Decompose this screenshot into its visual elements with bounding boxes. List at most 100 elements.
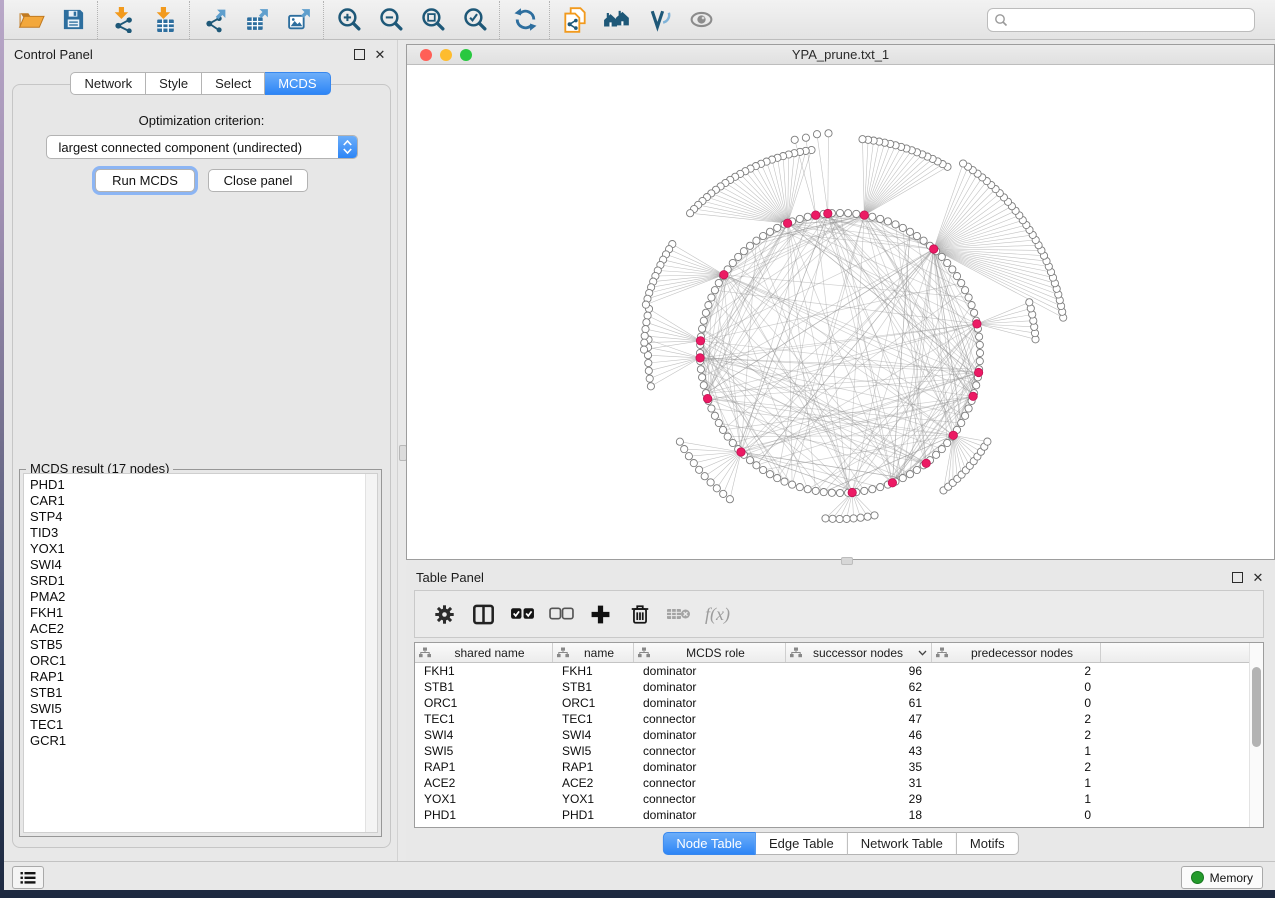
table-scrollbar[interactable]: [1249, 643, 1263, 827]
mcds-node-item[interactable]: STP4: [24, 509, 365, 525]
mcds-node-item[interactable]: YOX1: [24, 541, 365, 557]
delete-column-button[interactable]: [620, 595, 659, 633]
duplicate-network-button[interactable]: [554, 3, 596, 37]
mcds-node-item[interactable]: CAR1: [24, 493, 365, 509]
mcds-node-item[interactable]: ACE2: [24, 621, 365, 637]
table-panel: Table Panel ✕: [406, 565, 1275, 862]
mcds-node-item[interactable]: SWI4: [24, 557, 365, 573]
duplicate-network-icon: [561, 6, 589, 34]
task-history-button[interactable]: [12, 866, 44, 889]
dropdown-stepper-icon: [338, 136, 357, 158]
import-network-icon: [110, 6, 137, 33]
export-table-button[interactable]: [236, 3, 278, 37]
mcds-node-item[interactable]: SRD1: [24, 573, 365, 589]
table-cell: 0: [932, 696, 1101, 710]
import-network-button[interactable]: [102, 3, 144, 37]
column-header-successor-nodes[interactable]: successor nodes: [786, 643, 932, 662]
mcds-node-item[interactable]: STB5: [24, 637, 365, 653]
table-row[interactable]: STB1STB1dominator620: [415, 679, 1263, 695]
mcds-node-item[interactable]: TEC1: [24, 717, 365, 733]
tab-node-table[interactable]: Node Table: [662, 832, 756, 855]
zoom-selected-button[interactable]: [454, 3, 496, 37]
select-all-columns-button[interactable]: [503, 595, 542, 633]
first-neighbors-button[interactable]: [596, 3, 638, 37]
eye-icon: [688, 6, 715, 33]
tab-motifs[interactable]: Motifs: [957, 832, 1019, 855]
mcds-node-item[interactable]: SWI5: [24, 701, 365, 717]
criterion-dropdown[interactable]: largest connected component (undirected): [46, 135, 358, 159]
export-image-button[interactable]: [278, 3, 320, 37]
search-input[interactable]: [1008, 10, 1254, 30]
column-header-name[interactable]: name: [553, 643, 634, 662]
mcds-node-item[interactable]: PHD1: [24, 477, 365, 493]
mcds-list-scrollbar[interactable]: [365, 474, 377, 832]
memory-button[interactable]: Memory: [1181, 866, 1263, 889]
close-panel-button[interactable]: ✕: [373, 47, 387, 61]
toolbar-separator: [499, 1, 501, 39]
zoom-out-button[interactable]: [370, 3, 412, 37]
node-table: shared namename MCDS role successor nodes p…: [414, 642, 1264, 828]
column-header-predecessor-nodes[interactable]: predecessor nodes: [932, 643, 1101, 662]
zoom-in-button[interactable]: [328, 3, 370, 37]
float-table-panel-button[interactable]: [1230, 570, 1244, 584]
sort-menu-icon[interactable]: [918, 650, 927, 656]
table-row[interactable]: SWI5SWI5connector431: [415, 743, 1263, 759]
table-row[interactable]: ORC1ORC1dominator610: [415, 695, 1263, 711]
float-panel-button[interactable]: [352, 47, 366, 61]
import-table-button[interactable]: [144, 3, 186, 37]
import-table-icon: [152, 6, 179, 33]
mcds-node-item[interactable]: RAP1: [24, 669, 365, 685]
close-table-panel-button[interactable]: ✕: [1251, 570, 1265, 584]
horizontal-splitter-grip[interactable]: [841, 557, 853, 565]
table-row[interactable]: RAP1RAP1dominator352: [415, 759, 1263, 775]
mcds-result-group: MCDS result (17 nodes) PHD1CAR1STP4TID3Y…: [19, 469, 382, 837]
tab-select[interactable]: Select: [202, 72, 265, 95]
table-cell: SWI4: [415, 728, 553, 742]
graphics-details-button[interactable]: [638, 3, 680, 37]
mcds-node-item[interactable]: GCR1: [24, 733, 365, 749]
refresh-layout-button[interactable]: [504, 3, 546, 37]
table-row[interactable]: PHD1PHD1dominator180: [415, 807, 1263, 823]
table-row[interactable]: YOX1YOX1connector291: [415, 791, 1263, 807]
delete-table-button[interactable]: [659, 595, 698, 633]
mcds-node-item[interactable]: FKH1: [24, 605, 365, 621]
table-cell: RAP1: [553, 760, 634, 774]
table-cell: STB1: [415, 680, 553, 694]
column-label: predecessor nodes: [948, 646, 1096, 660]
tab-network[interactable]: Network: [70, 72, 146, 95]
tab-network-table[interactable]: Network Table: [848, 832, 957, 855]
mcds-node-item[interactable]: TID3: [24, 525, 365, 541]
table-cell: SWI5: [415, 744, 553, 758]
mcds-node-item[interactable]: STB1: [24, 685, 365, 701]
deselect-all-columns-button[interactable]: [542, 595, 581, 633]
table-row[interactable]: FKH1FKH1dominator962: [415, 663, 1263, 679]
column-header-shared-name[interactable]: shared name: [415, 643, 553, 662]
mcds-node-item[interactable]: ORC1: [24, 653, 365, 669]
table-row[interactable]: TEC1TEC1connector472: [415, 711, 1263, 727]
status-bar: Memory: [4, 861, 1275, 890]
save-session-button[interactable]: [52, 3, 94, 37]
tab-style[interactable]: Style: [146, 72, 202, 95]
column-label: MCDS role: [650, 646, 781, 660]
table-cell: ACE2: [415, 776, 553, 790]
add-column-button[interactable]: [581, 595, 620, 633]
table-panel-title: Table Panel: [416, 570, 1223, 585]
table-row[interactable]: ACE2ACE2connector311: [415, 775, 1263, 791]
birdseye-view-button[interactable]: [680, 3, 722, 37]
mcds-node-item[interactable]: PMA2: [24, 589, 365, 605]
table-cell: TEC1: [415, 712, 553, 726]
split-panel-button[interactable]: [464, 595, 503, 633]
table-settings-button[interactable]: [425, 595, 464, 633]
network-canvas[interactable]: [407, 64, 1274, 559]
export-network-button[interactable]: [194, 3, 236, 37]
close-panel-action-button[interactable]: Close panel: [208, 169, 308, 192]
table-row[interactable]: SWI4SWI4dominator462: [415, 727, 1263, 743]
column-header-MCDS-role[interactable]: MCDS role: [634, 643, 786, 662]
run-mcds-button[interactable]: Run MCDS: [95, 169, 195, 192]
function-builder-button[interactable]: f(x): [698, 595, 737, 633]
tab-mcds[interactable]: MCDS: [265, 72, 330, 95]
tab-edge-table[interactable]: Edge Table: [756, 832, 848, 855]
table-scrollbar-thumb[interactable]: [1252, 667, 1261, 747]
zoom-fit-button[interactable]: [412, 3, 454, 37]
open-session-button[interactable]: [10, 3, 52, 37]
